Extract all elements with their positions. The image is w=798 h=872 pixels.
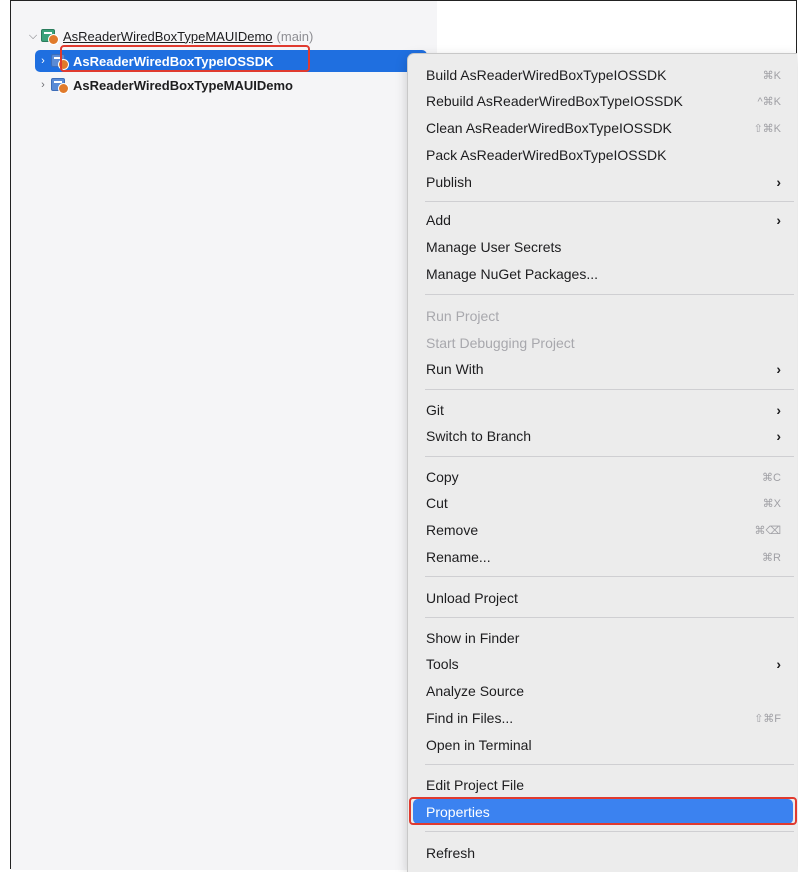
- menu-item-rename[interactable]: Rename... ⌘R: [413, 544, 793, 570]
- menu-item-analyze-source[interactable]: Analyze Source: [413, 678, 793, 704]
- chevron-right-icon[interactable]: ›: [35, 79, 51, 91]
- chevron-right-icon: ›: [776, 212, 781, 228]
- menu-item-run-with[interactable]: Run With ›: [413, 356, 793, 382]
- menu-item-git[interactable]: Git ›: [413, 397, 793, 423]
- menu-item-unload-project[interactable]: Unload Project: [413, 585, 793, 611]
- chevron-right-icon[interactable]: ›: [35, 55, 51, 67]
- menu-separator: [425, 389, 794, 390]
- chevron-right-icon: ›: [776, 402, 781, 418]
- chevron-down-icon[interactable]: ⌵: [25, 30, 41, 43]
- menu-separator: [425, 764, 794, 765]
- menu-item-rebuild[interactable]: Rebuild AsReaderWiredBoxTypeIOSSDK ^⌘K: [413, 88, 793, 114]
- menu-item-manage-user-secrets[interactable]: Manage User Secrets: [413, 234, 793, 260]
- menu-item-tools[interactable]: Tools ›: [413, 651, 793, 677]
- menu-item-manage-nuget[interactable]: Manage NuGet Packages...: [413, 261, 793, 287]
- solution-node[interactable]: ⌵ AsReaderWiredBoxTypeMAUIDemo (main): [25, 25, 313, 47]
- menu-separator: [425, 294, 794, 295]
- project-icon: [51, 78, 69, 94]
- menu-item-pack[interactable]: Pack AsReaderWiredBoxTypeIOSSDK: [413, 142, 793, 168]
- menu-item-switch-branch[interactable]: Switch to Branch ›: [413, 423, 793, 449]
- menu-item-cut[interactable]: Cut ⌘X: [413, 490, 793, 516]
- chevron-right-icon: ›: [776, 656, 781, 672]
- context-menu: Build AsReaderWiredBoxTypeIOSSDK ⌘K Rebui…: [407, 53, 797, 872]
- menu-item-show-in-finder[interactable]: Show in Finder: [413, 625, 793, 651]
- menu-item-run-project: Run Project: [426, 308, 500, 324]
- menu-separator: [425, 201, 794, 202]
- menu-separator: [425, 831, 794, 832]
- menu-separator: [425, 456, 794, 457]
- menu-item-clean[interactable]: Clean AsReaderWiredBoxTypeIOSSDK ⇧⌘K: [413, 115, 793, 141]
- chevron-right-icon: ›: [776, 428, 781, 444]
- menu-item-start-debugging: Start Debugging Project: [426, 335, 575, 351]
- solution-icon: [41, 29, 59, 45]
- branch-label: (main): [276, 28, 314, 44]
- menu-item-refresh[interactable]: Refresh: [413, 840, 793, 866]
- menu-item-open-in-terminal[interactable]: Open in Terminal: [413, 732, 793, 758]
- menu-item-add[interactable]: Add ›: [413, 207, 793, 233]
- annotation-highlight-properties: [409, 797, 797, 825]
- menu-item-find-in-files[interactable]: Find in Files... ⇧⌘F: [413, 705, 793, 731]
- menu-separator: [425, 576, 794, 577]
- project-node-mauidemo[interactable]: › AsReaderWiredBoxTypeMAUIDemo: [35, 74, 293, 96]
- menu-item-build[interactable]: Build AsReaderWiredBoxTypeIOSSDK ⌘K: [413, 62, 793, 88]
- menu-item-edit-project-file[interactable]: Edit Project File: [413, 772, 793, 798]
- solution-name: AsReaderWiredBoxTypeMAUIDemo: [63, 28, 273, 44]
- annotation-highlight-project: [60, 45, 310, 72]
- chevron-right-icon: ›: [776, 361, 781, 377]
- menu-item-remove[interactable]: Remove ⌘⌫: [413, 517, 793, 543]
- solution-explorer: ⌵ AsReaderWiredBoxTypeMAUIDemo (main) › …: [11, 1, 437, 870]
- chevron-right-icon: ›: [776, 174, 781, 190]
- menu-item-publish[interactable]: Publish ›: [413, 169, 793, 195]
- menu-item-copy[interactable]: Copy ⌘C: [413, 464, 793, 490]
- menu-separator: [425, 617, 794, 618]
- project-name: AsReaderWiredBoxTypeMAUIDemo: [73, 77, 293, 93]
